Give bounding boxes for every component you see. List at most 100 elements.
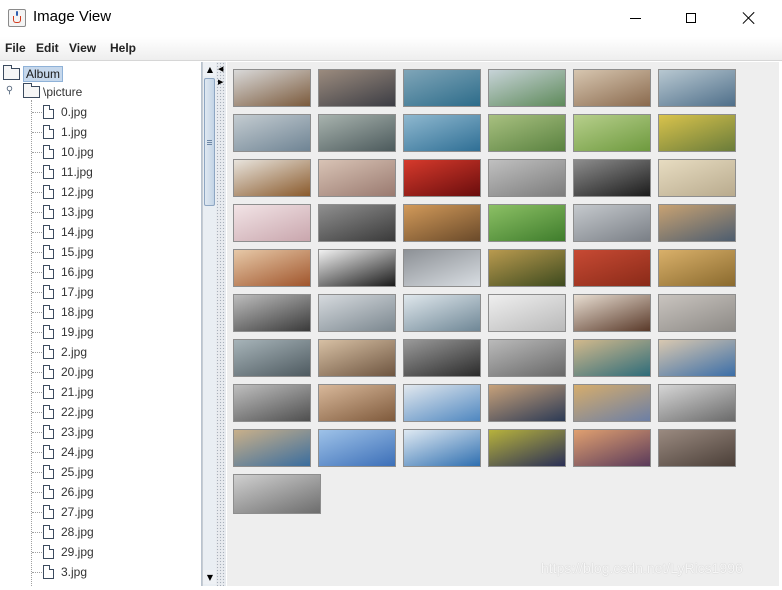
collapse-left-icon[interactable]: ◀ bbox=[218, 65, 224, 73]
image-thumbnail[interactable] bbox=[658, 159, 736, 197]
tree-file-node[interactable]: 0.jpg bbox=[32, 102, 87, 122]
image-thumbnail[interactable] bbox=[233, 474, 321, 514]
image-thumbnail[interactable] bbox=[658, 69, 736, 107]
image-thumbnail[interactable] bbox=[318, 249, 396, 287]
tree-file-node[interactable]: 21.jpg bbox=[32, 382, 94, 402]
image-thumbnail[interactable] bbox=[573, 249, 651, 287]
close-button[interactable] bbox=[726, 0, 772, 36]
image-thumbnail[interactable] bbox=[233, 429, 311, 467]
tree-file-node[interactable]: 18.jpg bbox=[32, 302, 94, 322]
tree-folder-node[interactable]: \picture bbox=[23, 82, 82, 102]
image-thumbnail[interactable] bbox=[233, 204, 311, 242]
image-thumbnail[interactable] bbox=[573, 429, 651, 467]
image-thumbnail[interactable] bbox=[658, 249, 736, 287]
image-thumbnail[interactable] bbox=[573, 204, 651, 242]
image-thumbnail[interactable] bbox=[403, 204, 481, 242]
image-thumbnail[interactable] bbox=[403, 339, 481, 377]
tree-file-node[interactable]: 20.jpg bbox=[32, 362, 94, 382]
image-thumbnail[interactable] bbox=[403, 429, 481, 467]
image-thumbnail[interactable] bbox=[573, 159, 651, 197]
image-thumbnail[interactable] bbox=[658, 384, 736, 422]
image-thumbnail[interactable] bbox=[318, 114, 396, 152]
image-thumbnail[interactable] bbox=[488, 114, 566, 152]
image-thumbnail[interactable] bbox=[233, 249, 311, 287]
image-thumbnail[interactable] bbox=[403, 384, 481, 422]
image-thumbnail[interactable] bbox=[488, 159, 566, 197]
image-thumbnail[interactable] bbox=[488, 204, 566, 242]
image-thumbnail[interactable] bbox=[658, 294, 736, 332]
maximize-button[interactable] bbox=[668, 0, 714, 36]
tree-root-node[interactable]: Album bbox=[3, 64, 64, 84]
menu-file[interactable]: File bbox=[5, 41, 26, 55]
expand-toggle-icon[interactable]: ⚲ bbox=[5, 86, 14, 96]
tree-file-node[interactable]: 1.jpg bbox=[32, 122, 87, 142]
tree-file-label: 12.jpg bbox=[61, 185, 94, 199]
image-thumbnail[interactable] bbox=[573, 114, 651, 152]
image-thumbnail[interactable] bbox=[403, 294, 481, 332]
image-thumbnail[interactable] bbox=[403, 114, 481, 152]
split-pane-divider[interactable] bbox=[216, 62, 226, 586]
tree-file-node[interactable]: 17.jpg bbox=[32, 282, 94, 302]
image-thumbnail[interactable] bbox=[318, 339, 396, 377]
tree-file-node[interactable]: 3.jpg bbox=[32, 562, 87, 582]
menu-help[interactable]: Help bbox=[110, 41, 136, 55]
tree-file-node[interactable]: 15.jpg bbox=[32, 242, 94, 262]
image-thumbnail[interactable] bbox=[658, 204, 736, 242]
image-thumbnail[interactable] bbox=[318, 69, 396, 107]
minimize-button[interactable] bbox=[612, 0, 658, 36]
image-thumbnail[interactable] bbox=[233, 384, 311, 422]
image-thumbnail[interactable] bbox=[488, 69, 566, 107]
image-thumbnail[interactable] bbox=[403, 69, 481, 107]
tree-file-node[interactable]: 26.jpg bbox=[32, 482, 94, 502]
image-thumbnail[interactable] bbox=[318, 384, 396, 422]
tree-file-node[interactable]: 24.jpg bbox=[32, 442, 94, 462]
scroll-down-button[interactable]: ▼ bbox=[203, 570, 217, 584]
image-thumbnail[interactable] bbox=[488, 384, 566, 422]
image-thumbnail[interactable] bbox=[488, 249, 566, 287]
image-thumbnail[interactable] bbox=[318, 429, 396, 467]
tree-file-node[interactable]: 22.jpg bbox=[32, 402, 94, 422]
scroll-thumb[interactable] bbox=[204, 78, 215, 206]
image-thumbnail[interactable] bbox=[488, 429, 566, 467]
tree-file-node[interactable]: 10.jpg bbox=[32, 142, 94, 162]
image-thumbnail[interactable] bbox=[233, 114, 311, 152]
expand-right-icon[interactable]: ▶ bbox=[218, 78, 224, 86]
image-thumbnail[interactable] bbox=[573, 339, 651, 377]
tree-file-node[interactable]: 27.jpg bbox=[32, 502, 94, 522]
menu-edit[interactable]: Edit bbox=[36, 41, 59, 55]
image-thumbnail[interactable] bbox=[233, 339, 311, 377]
file-tree[interactable]: Album ⚲ \picture 0.jpg 1.jpg 10.jpg 11.jpg 1… bbox=[0, 62, 202, 586]
image-thumbnail[interactable] bbox=[233, 159, 311, 197]
tree-file-node[interactable]: 23.jpg bbox=[32, 422, 94, 442]
tree-file-node[interactable]: 19.jpg bbox=[32, 322, 94, 342]
tree-file-node[interactable]: 14.jpg bbox=[32, 222, 94, 242]
tree-file-label: 22.jpg bbox=[61, 405, 94, 419]
tree-file-node[interactable]: 16.jpg bbox=[32, 262, 94, 282]
tree-file-node[interactable]: 13.jpg bbox=[32, 202, 94, 222]
image-thumbnail[interactable] bbox=[573, 69, 651, 107]
tree-scrollbar[interactable]: ▲ ▼ bbox=[202, 62, 217, 586]
tree-file-node[interactable]: 2.jpg bbox=[32, 342, 87, 362]
image-thumbnail[interactable] bbox=[573, 384, 651, 422]
image-thumbnail[interactable] bbox=[318, 159, 396, 197]
image-thumbnail[interactable] bbox=[318, 204, 396, 242]
tree-file-node[interactable]: 28.jpg bbox=[32, 522, 94, 542]
image-thumbnail[interactable] bbox=[403, 249, 481, 287]
image-thumbnail[interactable] bbox=[233, 69, 311, 107]
tree-file-node[interactable]: 11.jpg bbox=[32, 162, 93, 182]
tree-file-node[interactable]: 12.jpg bbox=[32, 182, 94, 202]
menu-view[interactable]: View bbox=[69, 41, 96, 55]
image-thumbnail[interactable] bbox=[488, 339, 566, 377]
image-thumbnail[interactable] bbox=[233, 294, 311, 332]
tree-file-label: 16.jpg bbox=[61, 265, 94, 279]
image-thumbnail[interactable] bbox=[318, 294, 396, 332]
image-thumbnail[interactable] bbox=[573, 294, 651, 332]
image-thumbnail[interactable] bbox=[658, 114, 736, 152]
image-thumbnail[interactable] bbox=[403, 159, 481, 197]
image-thumbnail[interactable] bbox=[658, 339, 736, 377]
scroll-up-button[interactable]: ▲ bbox=[203, 62, 217, 76]
image-thumbnail[interactable] bbox=[658, 429, 736, 467]
tree-file-node[interactable]: 29.jpg bbox=[32, 542, 94, 562]
image-thumbnail[interactable] bbox=[488, 294, 566, 332]
tree-file-node[interactable]: 25.jpg bbox=[32, 462, 94, 482]
